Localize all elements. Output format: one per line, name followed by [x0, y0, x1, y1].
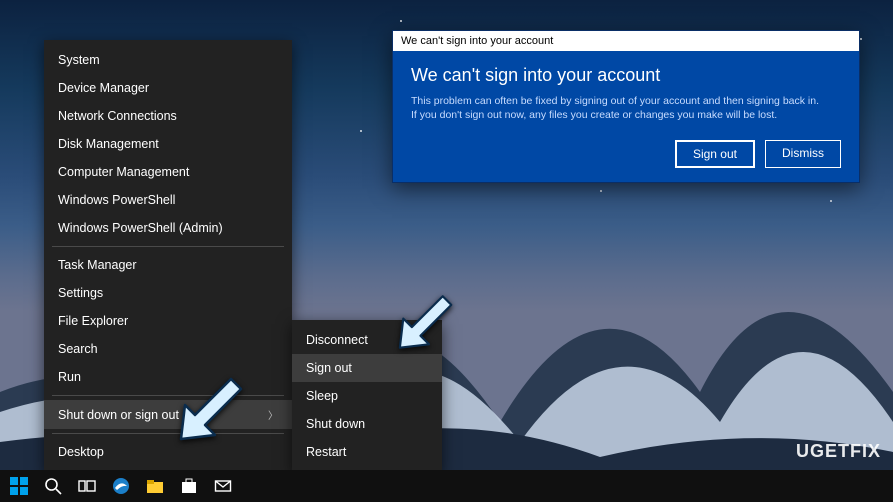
- signout-button[interactable]: Sign out: [675, 140, 755, 168]
- menu-item-network-connections[interactable]: Network Connections: [44, 102, 292, 130]
- menu-item-desktop[interactable]: Desktop: [44, 438, 292, 466]
- watermark: UGETFIX: [796, 441, 881, 462]
- menu-separator: [52, 395, 284, 396]
- chevron-right-icon: 〉: [268, 407, 278, 422]
- taskbar-app-store[interactable]: [176, 473, 202, 499]
- dialog-msg-line2: If you don't sign out now, any files you…: [411, 109, 777, 121]
- taskbar-app-explorer[interactable]: [142, 473, 168, 499]
- menu-item-computer-management[interactable]: Computer Management: [44, 158, 292, 186]
- annotation-arrow-shutdown: [173, 374, 243, 444]
- menu-item-powershell[interactable]: Windows PowerShell: [44, 186, 292, 214]
- dialog-titlebar: We can't sign into your account: [393, 31, 859, 51]
- dialog-message: This problem can often be fixed by signi…: [411, 94, 841, 122]
- submenu-item-shutdown[interactable]: Shut down: [292, 410, 442, 438]
- menu-item-task-manager[interactable]: Task Manager: [44, 251, 292, 279]
- submenu-item-restart[interactable]: Restart: [292, 438, 442, 466]
- watermark-text: UGETFIX: [796, 441, 881, 461]
- start-button[interactable]: [6, 473, 32, 499]
- star: [360, 130, 362, 132]
- annotation-arrow-signout: [393, 292, 453, 352]
- menu-item-file-explorer[interactable]: File Explorer: [44, 307, 292, 335]
- desktop: We can't sign into your account We can't…: [0, 0, 893, 502]
- winx-menu: System Device Manager Network Connection…: [44, 40, 292, 472]
- submenu-item-sleep[interactable]: Sleep: [292, 382, 442, 410]
- menu-item-label: Shut down or sign out: [58, 408, 179, 422]
- dialog-msg-line1: This problem can often be fixed by signi…: [411, 95, 819, 107]
- submenu-item-signout[interactable]: Sign out: [292, 354, 442, 382]
- menu-item-shutdown-signout[interactable]: Shut down or sign out 〉: [44, 400, 292, 429]
- taskbar: [0, 470, 893, 502]
- menu-item-powershell-admin[interactable]: Windows PowerShell (Admin): [44, 214, 292, 242]
- star: [830, 200, 832, 202]
- menu-item-disk-management[interactable]: Disk Management: [44, 130, 292, 158]
- search-icon[interactable]: [40, 473, 66, 499]
- taskbar-app-mail[interactable]: [210, 473, 236, 499]
- star: [600, 190, 602, 192]
- taskbar-app-edge[interactable]: [108, 473, 134, 499]
- menu-separator: [52, 246, 284, 247]
- menu-item-search[interactable]: Search: [44, 335, 292, 363]
- menu-item-system[interactable]: System: [44, 46, 292, 74]
- star: [860, 38, 862, 40]
- menu-item-device-manager[interactable]: Device Manager: [44, 74, 292, 102]
- dialog-headline: We can't sign into your account: [411, 65, 841, 86]
- signin-error-dialog: We can't sign into your account We can't…: [392, 30, 860, 183]
- star: [400, 20, 402, 22]
- task-view-icon[interactable]: [74, 473, 100, 499]
- dismiss-button[interactable]: Dismiss: [765, 140, 841, 168]
- menu-separator: [52, 433, 284, 434]
- menu-item-settings[interactable]: Settings: [44, 279, 292, 307]
- menu-item-run[interactable]: Run: [44, 363, 292, 391]
